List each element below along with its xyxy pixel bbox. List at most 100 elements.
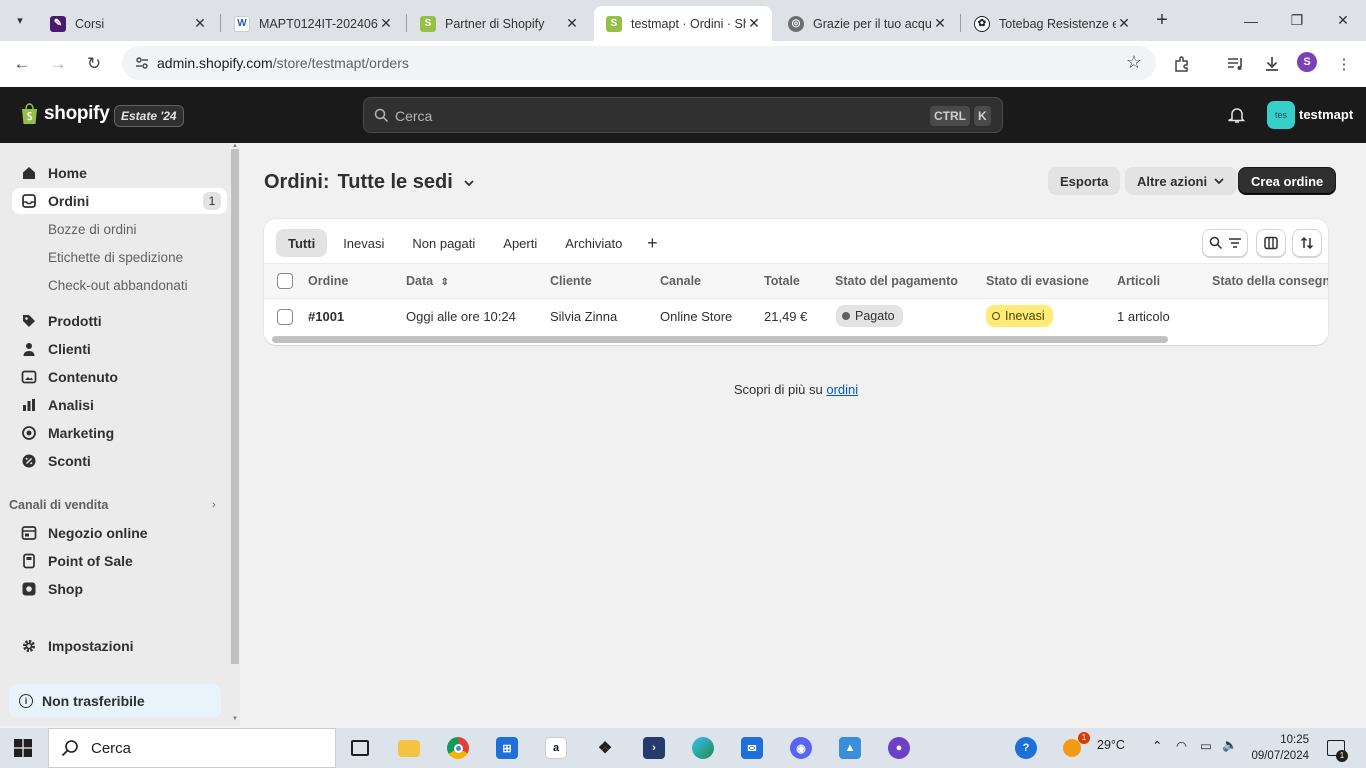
discord-icon[interactable]: ◉ (783, 734, 819, 762)
sales-channels-heading[interactable]: Canali di vendita (9, 498, 108, 512)
store-avatar[interactable]: tes (1267, 101, 1295, 129)
browser-tab-mapt[interactable]: W MAPT0124IT-2024060 ✕ (222, 6, 404, 41)
dropbox-icon[interactable]: ❖ (587, 734, 623, 762)
export-button[interactable]: Esporta (1048, 167, 1121, 195)
microsoft-store-icon[interactable]: ⊞ (489, 734, 525, 762)
add-view-icon[interactable]: + (638, 229, 666, 257)
browser-tab-orders[interactable]: S testmapt · Ordini · Sh ✕ (594, 6, 772, 41)
powershell-icon[interactable]: › (636, 734, 672, 762)
back-arrow-icon[interactable]: ← (8, 50, 36, 78)
github-desktop-icon[interactable]: ● (881, 734, 917, 762)
close-tab-icon[interactable]: ✕ (1116, 15, 1132, 32)
forward-arrow-icon[interactable]: → (44, 50, 72, 78)
tab-open[interactable]: Aperti (491, 229, 549, 257)
sidebar-item-discounts[interactable]: Sconti (12, 448, 227, 474)
column-header-customer[interactable]: Cliente (550, 274, 592, 288)
sidebar-item-home[interactable]: Home (12, 160, 227, 186)
browser-tab-partner[interactable]: S Partner di Shopify ✕ (408, 6, 590, 41)
reload-icon[interactable]: ↻ (80, 50, 108, 78)
media-control-icon[interactable] (1224, 53, 1248, 75)
close-tab-icon[interactable]: ✕ (564, 15, 580, 32)
chevron-right-icon[interactable]: › (212, 499, 216, 511)
columns-button[interactable] (1256, 229, 1286, 257)
temperature[interactable]: 29°C (1097, 738, 1125, 752)
sidebar-item-products[interactable]: Prodotti (12, 308, 227, 334)
column-header-channel[interactable]: Canale (660, 274, 701, 288)
amazon-icon[interactable]: a (538, 734, 574, 762)
tab-archived[interactable]: Archiviato (553, 229, 634, 257)
sidebar-scroll-down-icon[interactable]: ▼ (231, 716, 239, 724)
location-selector[interactable]: Tutte le sedi (338, 171, 453, 194)
sidebar-item-online-store[interactable]: Negozio online (12, 520, 227, 546)
sidebar-item-settings[interactable]: Impostazioni (12, 633, 227, 659)
volume-icon[interactable]: 🔈 (1222, 738, 1238, 753)
sidebar-item-analytics[interactable]: Analisi (12, 392, 227, 418)
order-number-link[interactable]: #1001 (308, 309, 344, 324)
mail-icon[interactable]: ✉ (734, 734, 770, 762)
sidebar-item-content[interactable]: Contenuto (12, 364, 227, 390)
sidebar-subitem-shipping-labels[interactable]: Etichette di spedizione (48, 250, 183, 265)
chevron-down-icon[interactable] (463, 177, 475, 189)
select-all-checkbox[interactable] (277, 273, 293, 289)
row-checkbox[interactable] (277, 309, 293, 325)
table-horizontal-scrollbar[interactable] (272, 336, 1168, 343)
battery-icon[interactable]: ▭ (1200, 738, 1212, 753)
browser-menu-icon[interactable]: ⋮ (1332, 53, 1356, 75)
bookmark-star-icon[interactable]: ☆ (1126, 52, 1142, 73)
taskbar-search-input[interactable]: Cerca (48, 728, 336, 768)
sidebar-item-shop[interactable]: Shop (12, 576, 227, 602)
close-tab-icon[interactable]: ✕ (932, 15, 948, 32)
sidebar-item-customers[interactable]: Clienti (12, 336, 227, 362)
sidebar-item-orders[interactable]: Ordini 1 (12, 188, 227, 214)
order-items[interactable]: 1 articolo (1117, 309, 1170, 324)
photos-icon[interactable]: ▲ (832, 734, 868, 762)
extensions-icon[interactable] (1170, 53, 1194, 75)
tab-unpaid[interactable]: Non pagati (400, 229, 487, 257)
search-filter-button[interactable] (1202, 229, 1248, 257)
chevron-up-icon[interactable]: ⌃ (1152, 738, 1162, 753)
sidebar-item-marketing[interactable]: Marketing (12, 420, 227, 446)
file-explorer-icon[interactable] (391, 734, 427, 762)
close-tab-icon[interactable]: ✕ (746, 15, 762, 32)
new-tab-button[interactable]: + (1150, 8, 1174, 32)
profile-avatar[interactable]: S (1297, 52, 1317, 72)
notifications-bell-icon[interactable] (1228, 106, 1246, 124)
sidebar-item-point-of-sale[interactable]: Point of Sale (12, 548, 227, 574)
sort-button[interactable] (1292, 229, 1322, 257)
close-window-button[interactable]: ✕ (1320, 0, 1366, 41)
column-header-order[interactable]: Ordine (308, 274, 348, 288)
browser-tab-grazie[interactable]: ◎ Grazie per il tuo acqu ✕ (776, 6, 958, 41)
minimize-button[interactable]: — (1228, 0, 1274, 41)
download-icon[interactable] (1260, 53, 1284, 75)
restore-button[interactable]: ❐ (1274, 0, 1320, 41)
tab-unfulfilled[interactable]: Inevasi (331, 229, 396, 257)
column-header-payment-status[interactable]: Stato del pagamento (835, 274, 958, 288)
learn-more-link[interactable]: ordini (826, 382, 858, 397)
more-actions-button[interactable]: Altre azioni (1125, 167, 1238, 195)
admin-search-input[interactable]: Cerca CTRL K (363, 97, 1003, 133)
store-name[interactable]: testmapt (1299, 107, 1353, 122)
sidebar-subitem-draft-orders[interactable]: Bozze di ordini (48, 222, 137, 237)
shopify-logo[interactable]: shopify (20, 103, 110, 125)
site-settings-icon[interactable] (134, 55, 150, 71)
browser-tab-totebag[interactable]: ✿ Totebag Resistenze e ✕ (962, 6, 1142, 41)
non-transferable-banner[interactable]: i Non trasferibile (9, 684, 221, 718)
column-header-items[interactable]: Articoli (1117, 274, 1160, 288)
create-order-button[interactable]: Crea ordine (1238, 167, 1337, 195)
order-customer[interactable]: Silvia Zinna (550, 309, 617, 324)
sidebar-scrollbar[interactable] (231, 149, 239, 664)
column-header-delivery-status[interactable]: Stato della consegna (1212, 274, 1328, 288)
column-header-date[interactable]: Data ⇕ (406, 274, 449, 288)
close-tab-icon[interactable]: ✕ (192, 15, 208, 32)
windows-start-icon[interactable] (14, 739, 32, 757)
chrome-icon[interactable] (440, 734, 476, 762)
task-view-icon[interactable] (342, 734, 378, 762)
help-icon[interactable]: ? (1008, 734, 1044, 762)
system-clock[interactable]: 10:25 09/07/2024 (1245, 732, 1309, 764)
close-tab-icon[interactable]: ✕ (378, 15, 394, 32)
column-header-fulfillment-status[interactable]: Stato di evasione (986, 274, 1089, 288)
edition-badge[interactable]: Estate '24 (114, 105, 184, 127)
edge-icon[interactable] (685, 734, 721, 762)
tab-search-icon[interactable]: ▾ (8, 8, 32, 32)
table-row[interactable]: #1001 Oggi alle ore 10:24 Silvia Zinna O… (264, 299, 1328, 335)
